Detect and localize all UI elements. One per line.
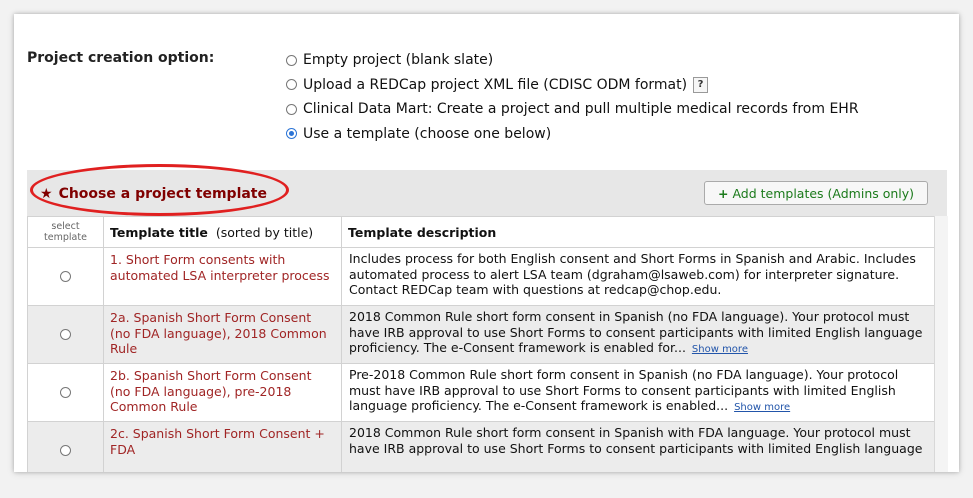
template-radio[interactable] — [60, 387, 71, 398]
select-cell[interactable] — [27, 363, 104, 422]
show-more-link[interactable]: Show more — [692, 344, 748, 355]
template-title: 2c. Spanish Short Form Consent + FDA — [103, 421, 342, 472]
table-row[interactable]: 2c. Spanish Short Form Consent + FDA 201… — [27, 421, 935, 472]
template-section: ★ Choose a project template + Add templa… — [27, 164, 948, 472]
template-title: 1. Short Form consents with automated LS… — [103, 247, 342, 306]
template-radio[interactable] — [60, 445, 71, 456]
option-upload-xml[interactable]: Upload a REDCap project XML file (CDISC … — [286, 73, 859, 98]
select-template-header: select template — [27, 216, 104, 248]
template-table: select template Template title (sorted by… — [27, 216, 935, 472]
sort-note: (sorted by title) — [215, 224, 314, 240]
template-description: 2018 Common Rule short form consent in S… — [341, 421, 935, 472]
table-row[interactable]: 2a. Spanish Short Form Consent (no FDA l… — [27, 305, 935, 364]
project-creation-options: Empty project (blank slate) Upload a RED… — [286, 48, 859, 146]
description-text: 2018 Common Rule short form consent in S… — [349, 425, 923, 456]
option-use-template[interactable]: Use a template (choose one below) — [286, 122, 859, 147]
select-cell[interactable] — [27, 247, 104, 306]
template-section-header: ★ Choose a project template + Add templa… — [27, 164, 947, 216]
select-cell[interactable] — [27, 305, 104, 364]
radio-upload-xml[interactable] — [286, 79, 297, 91]
template-radio[interactable] — [60, 329, 71, 340]
radio-empty-project[interactable] — [286, 54, 297, 66]
option-clinical-data-mart[interactable]: Clinical Data Mart: Create a project and… — [286, 97, 859, 122]
template-description: Includes process for both English consen… — [341, 247, 935, 306]
description-text: 2018 Common Rule short form consent in S… — [349, 309, 923, 355]
select-header-line1: select — [51, 221, 80, 232]
project-creation-label: Project creation option: — [27, 50, 215, 66]
template-heading: ★ Choose a project template — [40, 186, 267, 202]
project-creation-panel: Project creation option: Empty project (… — [14, 14, 959, 472]
template-title-header: Template title (sorted by title) — [103, 216, 342, 248]
option-label: Clinical Data Mart: Create a project and… — [303, 101, 859, 118]
option-label: Empty project (blank slate) — [303, 52, 494, 69]
option-empty-project[interactable]: Empty project (blank slate) — [286, 48, 859, 73]
option-label: Use a template (choose one below) — [303, 125, 552, 142]
table-row[interactable]: 2b. Spanish Short Form Consent (no FDA l… — [27, 363, 935, 422]
description-text: Pre-2018 Common Rule short form consent … — [349, 367, 899, 413]
star-icon: ★ — [40, 186, 53, 202]
template-description: Pre-2018 Common Rule short form consent … — [341, 363, 935, 422]
plus-icon: + — [717, 185, 729, 201]
template-title: 2a. Spanish Short Form Consent (no FDA l… — [103, 305, 342, 364]
show-more-link[interactable]: Show more — [734, 402, 790, 413]
template-description-header: Template description — [341, 216, 935, 248]
description-text: Includes process for both English consen… — [349, 251, 916, 297]
table-scroll-edge[interactable] — [934, 216, 948, 472]
template-title: 2b. Spanish Short Form Consent (no FDA l… — [103, 363, 342, 422]
select-cell[interactable] — [27, 421, 104, 472]
add-templates-button[interactable]: + Add templates (Admins only) — [704, 181, 928, 205]
table-row[interactable]: 1. Short Form consents with automated LS… — [27, 247, 935, 306]
select-header-line2: template — [44, 232, 87, 243]
template-heading-text: Choose a project template — [58, 186, 267, 202]
radio-clinical-data-mart[interactable] — [286, 103, 297, 115]
template-radio[interactable] — [60, 271, 71, 282]
table-header-row: select template Template title (sorted by… — [27, 216, 935, 248]
help-icon[interactable]: ? — [693, 76, 709, 93]
template-title-header-label: Template title — [110, 224, 208, 240]
radio-use-template[interactable] — [286, 128, 297, 140]
add-templates-label: Add templates (Admins only) — [732, 185, 915, 201]
template-description: 2018 Common Rule short form consent in S… — [341, 305, 935, 364]
option-label: Upload a REDCap project XML file (CDISC … — [303, 76, 688, 93]
